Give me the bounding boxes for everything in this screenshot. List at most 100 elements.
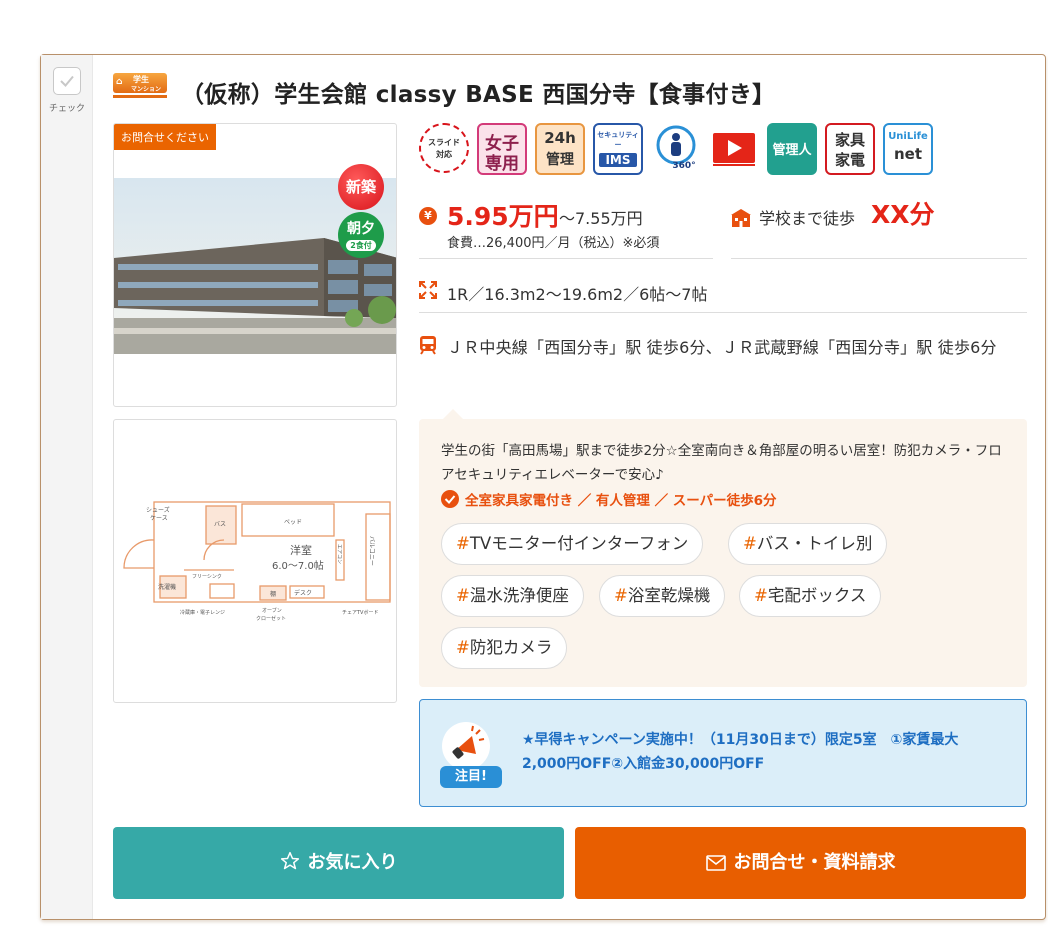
price-range: ～7.55万円 bbox=[559, 209, 643, 228]
description-box: 学生の街「高田馬場」駅まで徒歩2分☆全室南向き＆角部屋の明るい居室！防犯カメラ・… bbox=[419, 409, 1027, 687]
floorplan-drawing: シューズ ケース バス ベッド 洋室 6.0～7.0帖 フリーシンク 洗濯機 棚… bbox=[123, 501, 391, 622]
furniture-line2: 家電 bbox=[834, 151, 865, 169]
campaign-box[interactable]: 注目! ★早得キャンペーン実施中！（11月30日まで）限定5室 ①家賃最大2,0… bbox=[419, 699, 1027, 807]
fp-fridge: 冷蔵庫・電子レンジ bbox=[180, 609, 225, 616]
yen-icon: ¥ bbox=[419, 207, 437, 225]
meal-badge-main: 朝夕 bbox=[347, 221, 375, 237]
property-title[interactable]: （仮称）学生会館 classy BASE 西国分寺【食事付き】 bbox=[181, 75, 775, 109]
check-icon bbox=[60, 75, 74, 87]
property-card: チェック ⌂ 学生 マンション （仮称）学生会館 classy BASE 西国分… bbox=[40, 54, 1046, 920]
room-info-row: 1R／16.3m2～19.6m2／6帖～7帖 bbox=[419, 265, 1027, 313]
campaign-text: ★早得キャンペーン実施中！（11月30日まで）限定5室 ①家賃最大2,000円O… bbox=[522, 732, 959, 772]
hash-mark: # bbox=[754, 586, 768, 605]
student-mansion-logo: ⌂ 学生 マンション bbox=[113, 73, 167, 99]
360-icon: 360° bbox=[651, 123, 701, 175]
school-walk-row: 学校まで徒歩 XX分 bbox=[731, 195, 1027, 259]
inquiry-button[interactable]: お問合せ・資料請求 bbox=[575, 827, 1026, 899]
school-icon bbox=[731, 209, 751, 227]
360-label: 360° bbox=[672, 161, 696, 171]
property-photo[interactable]: お問合せください 新築 朝夕 2食付 bbox=[113, 123, 397, 407]
feature-highlight: 全室家具家電付き ／ 有人管理 ／ スーパー徒歩6分 bbox=[441, 489, 777, 509]
hash-mark: # bbox=[456, 586, 470, 605]
station-access: ＪＲ中央線「西国分寺」駅 徒歩6分、ＪＲ武蔵野線「西国分寺」駅 徒歩6分 bbox=[447, 338, 997, 357]
24h-line2: 管理 bbox=[546, 152, 574, 168]
tag-washlet[interactable]: #温水洗浄便座 bbox=[441, 575, 584, 617]
fp-bed: ベッド bbox=[284, 519, 302, 526]
furniture-icon: 家具 家電 bbox=[825, 123, 875, 175]
women-only-icon: 女子 専用 bbox=[477, 123, 527, 175]
unilife-line2: net bbox=[893, 145, 923, 163]
security-line2: IMS bbox=[599, 153, 637, 167]
manager-icon: 管理人 bbox=[767, 123, 817, 175]
train-icon bbox=[420, 336, 436, 355]
tag-security-camera[interactable]: #防犯カメラ bbox=[441, 627, 568, 669]
room-spec: 1R／16.3m2～19.6m2／6帖～7帖 bbox=[447, 285, 708, 304]
24h-icon: 24h 管理 bbox=[535, 123, 585, 175]
fp-size: 6.0～7.0帖 bbox=[272, 559, 324, 572]
unilife-icon: UniLife net bbox=[883, 123, 933, 175]
logo-line2: マンション bbox=[131, 86, 162, 93]
hash-mark: # bbox=[456, 534, 470, 553]
station-row: ＪＲ中央線「西国分寺」駅 徒歩6分、ＪＲ武蔵野線「西国分寺」駅 徒歩6分 bbox=[419, 325, 1027, 395]
fp-flooring: フリーシンク bbox=[192, 574, 222, 580]
favorite-label: お気に入り bbox=[307, 852, 398, 873]
tag-label: バス・トイレ別 bbox=[756, 534, 873, 553]
slide-icon-line2: 対応 bbox=[436, 150, 452, 159]
price-row: ¥ 5.95万円 ～7.55万円 食費…26,400円／月（税込）※必須 bbox=[419, 195, 713, 259]
manager-label: 管理人 bbox=[772, 143, 812, 158]
floorplan-image[interactable]: シューズ ケース バス ベッド 洋室 6.0～7.0帖 フリーシンク 洗濯機 棚… bbox=[113, 419, 397, 703]
check-column: チェック bbox=[41, 55, 93, 919]
hash-mark: # bbox=[743, 534, 757, 553]
women-only-line2: 専用 bbox=[485, 154, 519, 174]
slide-icon: スライド 対応 bbox=[419, 123, 469, 173]
megaphone-icon bbox=[442, 722, 490, 770]
meal-badge: 朝夕 2食付 bbox=[338, 212, 384, 258]
logo-mark: ⌂ bbox=[116, 77, 123, 87]
fp-chair: チェアTVボード bbox=[342, 609, 378, 616]
fp-bath: バス bbox=[214, 521, 226, 528]
video-icon[interactable] bbox=[709, 123, 759, 175]
tag-label: TVモニター付インターフォン bbox=[469, 534, 689, 553]
security-icon: セキュリティー IMS bbox=[593, 123, 643, 175]
tag-delivery-box[interactable]: #宅配ボックス bbox=[739, 575, 882, 617]
expand-icon bbox=[419, 281, 437, 299]
price-main: 5.95万円 bbox=[447, 202, 559, 231]
school-walk-label: 学校まで徒歩 bbox=[759, 209, 856, 228]
check-label: チェック bbox=[48, 104, 85, 114]
fp-case: ケース bbox=[150, 515, 168, 522]
fp-room: 洋室 bbox=[290, 543, 312, 557]
tag-label: 宅配ボックス bbox=[767, 586, 867, 605]
fp-shelf: 棚 bbox=[270, 590, 276, 598]
check-circle-icon bbox=[441, 490, 459, 508]
favorite-button[interactable]: お気に入り bbox=[113, 827, 564, 899]
tag-label: 温水洗浄便座 bbox=[469, 586, 569, 605]
fp-closet: クローゼット bbox=[256, 615, 286, 622]
meal-fee-note: 食費…26,400円／月（税込）※必須 bbox=[447, 236, 660, 251]
inquiry-tag: お問合せください bbox=[114, 124, 216, 150]
description-text: 学生の街「高田馬場」駅まで徒歩2分☆全室南向き＆角部屋の明るい居室！防犯カメラ・… bbox=[441, 443, 1002, 483]
slide-icon-line1: スライド bbox=[428, 138, 460, 147]
unilife-line1: UniLife bbox=[888, 131, 928, 142]
fp-oven: オーブン bbox=[262, 607, 282, 614]
meal-badge-sub: 2食付 bbox=[346, 240, 376, 251]
tag-bath-dryer[interactable]: #浴室乾燥機 bbox=[599, 575, 726, 617]
star-icon bbox=[280, 851, 299, 870]
compare-checkbox[interactable] bbox=[53, 67, 81, 95]
hash-mark: # bbox=[614, 586, 628, 605]
fp-desk: デスク bbox=[294, 589, 312, 597]
fp-laundry: 洗濯機 bbox=[158, 583, 176, 591]
fp-shoes: シューズ bbox=[146, 506, 170, 514]
mail-icon bbox=[705, 855, 726, 871]
fp-balcony: バルコニー bbox=[368, 536, 375, 566]
feature-text: 全室家具家電付き ／ 有人管理 ／ スーパー徒歩6分 bbox=[465, 493, 777, 509]
tag-tv-intercom[interactable]: #TVモニター付インターフォン bbox=[441, 523, 704, 565]
24h-line1: 24h bbox=[544, 129, 576, 147]
furniture-line1: 家具 bbox=[834, 131, 865, 149]
tag-bath-toilet[interactable]: #バス・トイレ別 bbox=[728, 523, 888, 565]
fp-aircon: エアコン bbox=[336, 544, 342, 564]
security-line1: セキュリティー bbox=[597, 131, 639, 149]
attention-badge: 注目! bbox=[440, 766, 502, 788]
hash-mark: # bbox=[456, 638, 470, 657]
new-build-badge: 新築 bbox=[338, 164, 384, 210]
tag-label: 防犯カメラ bbox=[469, 638, 553, 657]
